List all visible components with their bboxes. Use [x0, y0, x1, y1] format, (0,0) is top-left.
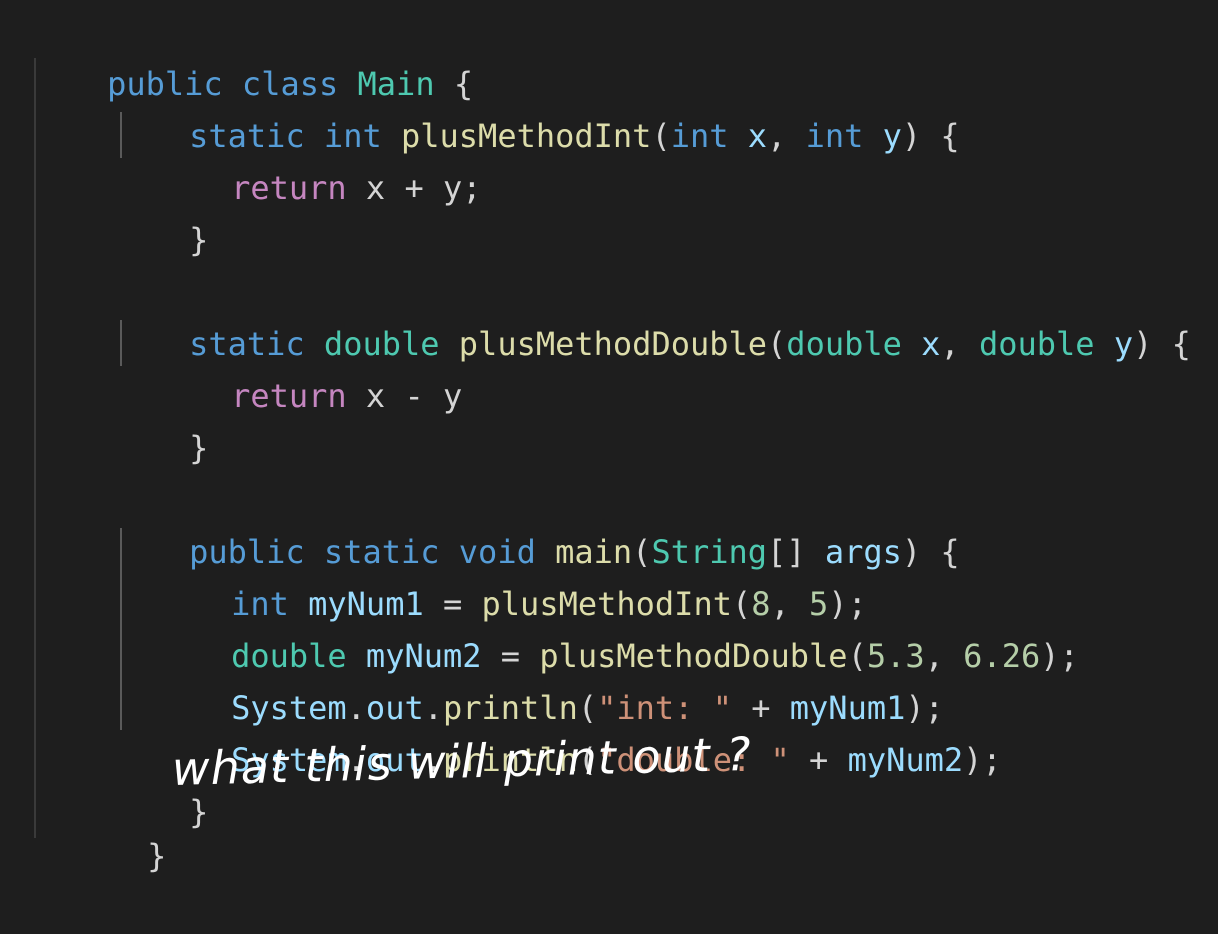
token-expression: x + y;: [346, 169, 482, 207]
indent-guide-class: [34, 58, 36, 838]
token-int: int: [805, 117, 864, 155]
token-return: return: [231, 169, 347, 207]
token-brace: }: [189, 429, 209, 467]
token-punct: (: [767, 325, 787, 363]
code-line-8: public static void main(String[] args) {: [112, 474, 960, 571]
token-expression: x - y: [346, 377, 463, 415]
code-editor[interactable]: public class Main { static int plusMetho…: [0, 0, 1218, 875]
code-line-10: double myNum2 = plusMethodDouble(5.3, 6.…: [154, 578, 1079, 675]
code-line-1: public class Main {: [30, 6, 473, 103]
token-return: return: [231, 377, 347, 415]
code-line-11: System.out.println("int: " + myNum1);: [154, 630, 944, 727]
token-operator: +: [789, 741, 848, 779]
code-line-9: int myNum1 = plusMethodInt(8, 5);: [154, 526, 867, 623]
token-punct: ,: [767, 117, 806, 155]
token-param: x: [921, 325, 941, 363]
token-double: double: [786, 325, 902, 363]
token-number: 6.26: [963, 637, 1041, 675]
code-line-2: static int plusMethodInt(int x, int y) {: [112, 58, 960, 155]
code-line-5: static double plusMethodDouble(double x,…: [112, 266, 1191, 363]
token-param: y: [1113, 325, 1134, 363]
code-line-7: }: [112, 370, 208, 467]
token-punct: (: [651, 117, 671, 155]
code-line-12: System.out.println("double: " + myNum2);: [154, 682, 1002, 779]
token-int: int: [670, 117, 729, 155]
token-punct: );: [963, 741, 1002, 779]
token-punct: ) {: [901, 533, 960, 571]
token-punct: );: [1040, 637, 1079, 675]
token-variable: myNum2: [847, 741, 964, 779]
token-punct: ) {: [901, 117, 960, 155]
code-line-6: return x - y: [154, 318, 462, 415]
code-line-14: }: [70, 778, 166, 875]
token-double: double: [978, 325, 1095, 363]
token-brace: }: [189, 793, 209, 831]
token-brace: }: [189, 221, 209, 259]
token-method-name: plusMethodDouble: [458, 325, 768, 363]
code-line-4: }: [112, 162, 208, 259]
token-punct: ) {: [1133, 325, 1191, 363]
token-brace: }: [147, 837, 167, 875]
token-param: x: [747, 117, 768, 155]
token-punct: ,: [940, 325, 979, 363]
token-param: y: [882, 117, 902, 155]
code-line-3: return x + y;: [154, 110, 481, 207]
